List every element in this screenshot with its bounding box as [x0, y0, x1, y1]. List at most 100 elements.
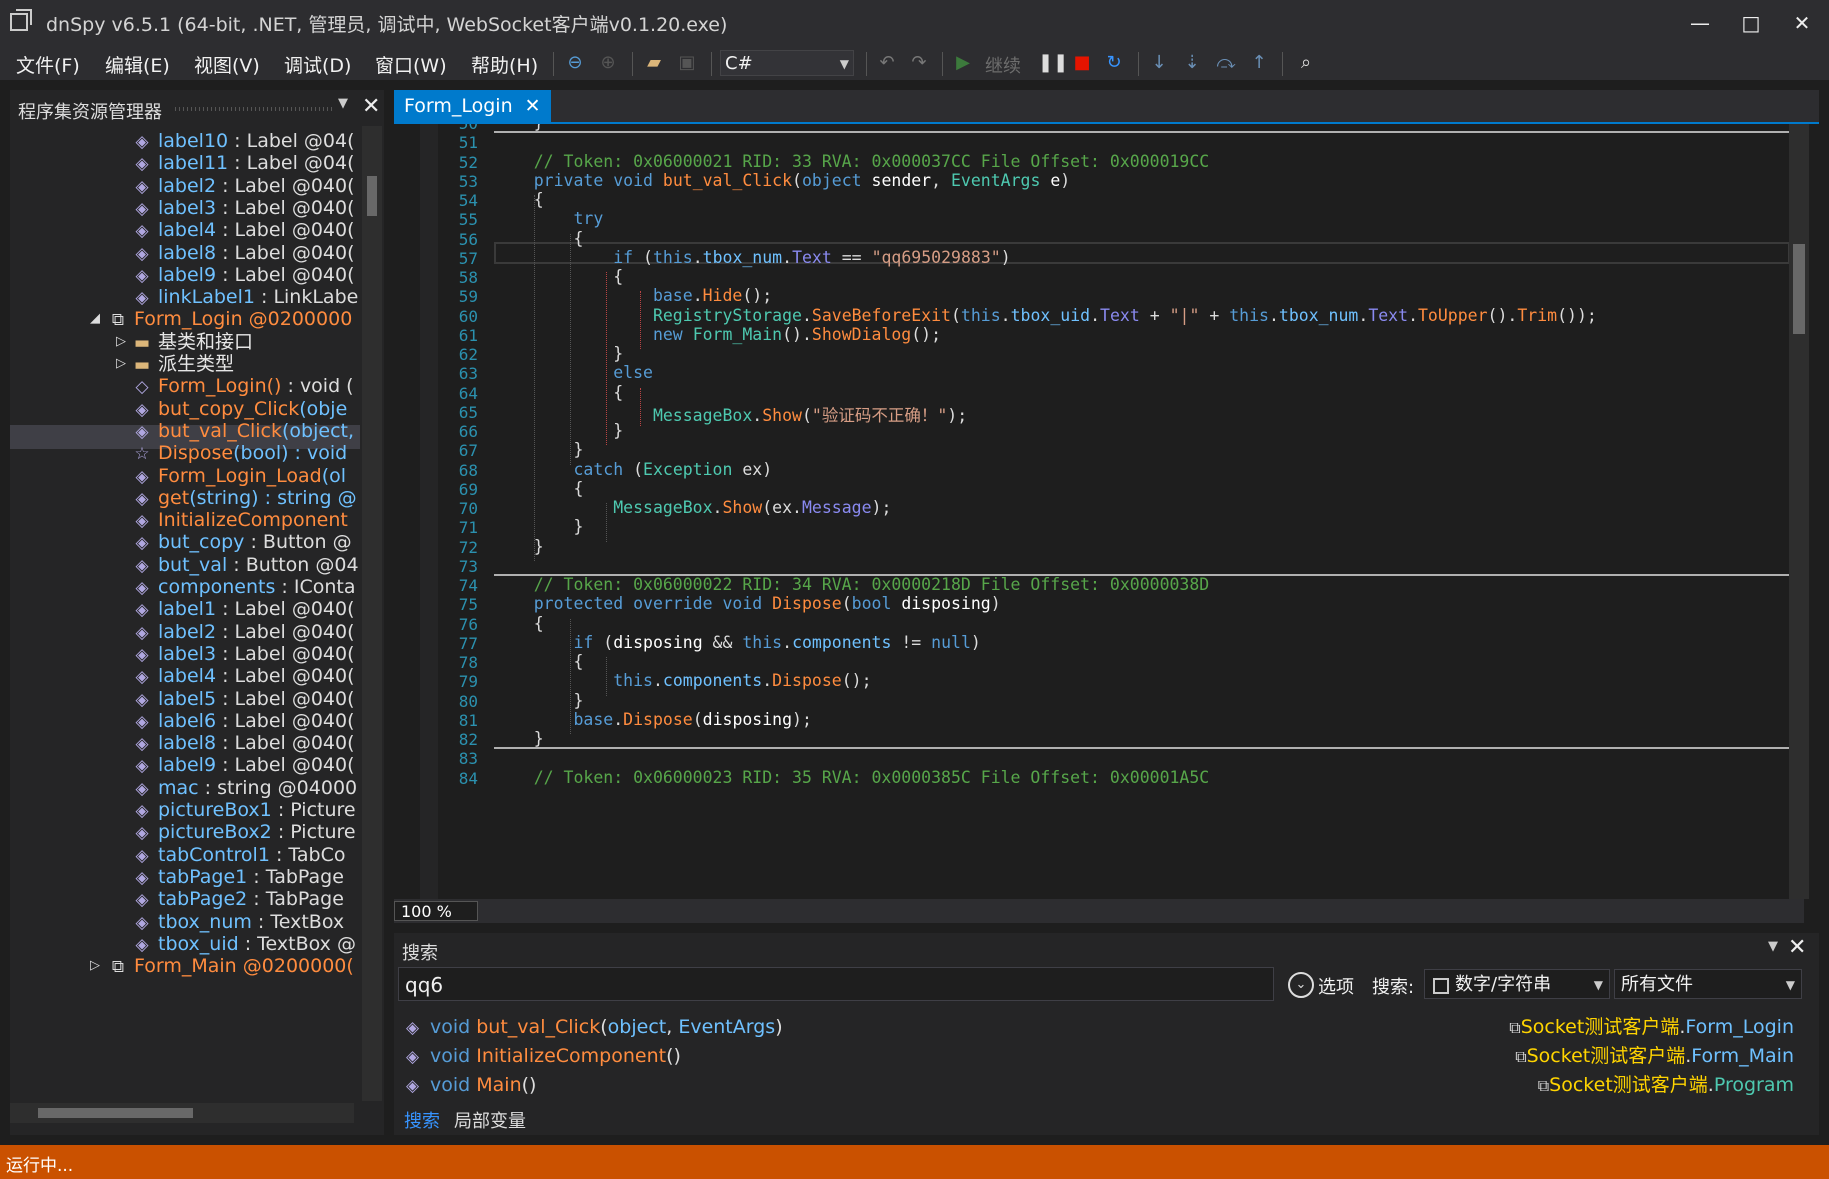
assembly-tree[interactable]: ◈ label10 : Label @04(◈ label11 : Label @0… [10, 126, 360, 1101]
tree-node-type: Label @040( [234, 174, 355, 197]
chevron-down-circle-icon[interactable]: ⌄ [1288, 972, 1314, 998]
redo-icon[interactable]: ↷ [908, 52, 930, 74]
search-options[interactable]: 选项 [1318, 973, 1354, 999]
zoom-select[interactable]: 100 % [394, 901, 478, 921]
language-select[interactable]: C# ▼ [720, 50, 854, 76]
minimize-button[interactable]: — [1680, 8, 1720, 38]
code-line[interactable]: new Form_Main().ShowDialog(); [494, 325, 941, 344]
code-line[interactable]: } [494, 344, 623, 363]
code-line[interactable]: } [494, 421, 623, 440]
nav-back-icon[interactable]: ⊖ [564, 52, 586, 74]
method-icon: ◈ [406, 1018, 420, 1038]
line-number: 82 [458, 730, 478, 749]
panel-dropdown-icon[interactable]: ▼ [338, 96, 348, 111]
code-line[interactable]: catch (Exception ex) [494, 460, 772, 479]
code-line[interactable]: // Token: 0x06000021 RID: 33 RVA: 0x0000… [494, 152, 1210, 171]
tree-node-type: TabPage [265, 888, 344, 911]
panel-close-icon[interactable]: ✕ [1788, 935, 1806, 960]
code-line[interactable]: { [494, 614, 544, 633]
code-line[interactable]: RegistryStorage.SaveBeforeExit(this.tbox… [494, 306, 1597, 325]
undo-icon[interactable]: ↶ [876, 52, 898, 74]
code-line[interactable]: } [494, 729, 544, 748]
code-line[interactable]: private void but_val_Click(object sender… [494, 171, 1070, 190]
menu-view[interactable]: 视图(V) [194, 51, 260, 78]
menu-file[interactable]: 文件(F) [16, 51, 80, 78]
line-number: 62 [458, 345, 478, 364]
step-over-arc-icon[interactable]: ⤼ [1215, 52, 1237, 74]
tree-node-name: InitializeComponent [158, 509, 348, 532]
code-line[interactable]: try [494, 209, 603, 228]
panel-close-icon[interactable]: ✕ [362, 94, 380, 119]
panel-dropdown-icon[interactable]: ▼ [1768, 939, 1778, 954]
search-result-row[interactable]: ◈ void InitializeComponent() ⧉Socket测试客户端.… [406, 1042, 1806, 1070]
line-number: 76 [458, 614, 478, 634]
tree-node-separator: : [216, 642, 235, 665]
save-icon[interactable]: ▣ [676, 52, 698, 74]
tree-vertical-scrollbar[interactable] [362, 126, 382, 1101]
step-over-icon[interactable]: ⇣ [1181, 52, 1203, 74]
continue-label[interactable]: 继续 [985, 52, 1021, 78]
code-line[interactable]: // Token: 0x06000023 RID: 35 RVA: 0x0000… [494, 768, 1210, 787]
restart-icon[interactable]: ↻ [1103, 52, 1125, 74]
nav-forward-icon[interactable]: ⊕ [597, 52, 619, 74]
window-title: dnSpy v6.5.1 (64-bit, .NET, 管理员, 调试中, We… [46, 14, 728, 36]
editor-vertical-scrollbar[interactable] [1789, 124, 1809, 899]
step-into-icon[interactable]: ↓ [1148, 52, 1170, 74]
search-type-select[interactable]: 数字/字符串 ▼ [1424, 969, 1610, 999]
maximize-button[interactable]: □ [1731, 8, 1771, 38]
tree-node-type: TextBox @ [257, 932, 356, 955]
tab-locals[interactable]: 局部变量 [454, 1107, 526, 1133]
collapsed-arrow-icon[interactable]: ▷ [116, 351, 126, 377]
open-folder-icon[interactable]: ▰ [643, 52, 665, 74]
code-line[interactable]: base.Hide(); [494, 286, 772, 305]
search-result-row[interactable]: ◈ void Main() ⧉Socket测试客户端.Program [406, 1071, 1806, 1099]
tree-node-separator: : [216, 263, 235, 286]
close-button[interactable]: ✕ [1782, 8, 1822, 38]
code-line[interactable]: if (this.tbox_num.Text == "qq695029883") [494, 248, 1010, 267]
tree-node-separator: : [247, 888, 266, 911]
menu-window[interactable]: 窗口(W) [375, 51, 447, 78]
tree-node-type: TabPage [265, 865, 344, 888]
code-line[interactable]: else [494, 363, 653, 382]
code-line[interactable]: { [494, 190, 544, 209]
tab-search[interactable]: 搜索 [404, 1107, 440, 1133]
code-line[interactable]: { [494, 383, 623, 402]
stop-icon[interactable]: ■ [1071, 52, 1093, 74]
expanded-arrow-icon[interactable]: ◢ [90, 306, 100, 332]
search-scope-select[interactable]: 所有文件 ▼ [1614, 969, 1802, 999]
tab-form-login[interactable]: Form_Login ✕ [394, 90, 551, 122]
code-line[interactable]: { [494, 267, 623, 286]
menu-debug[interactable]: 调试(D) [284, 51, 351, 78]
search-icon[interactable]: ⌕ [1295, 52, 1317, 74]
tree-node-separator: : [271, 821, 291, 844]
code-line[interactable]: base.Dispose(disposing); [494, 710, 811, 729]
tree-node-separator: : [198, 776, 218, 799]
code-line[interactable]: if (disposing && this.components != null… [494, 633, 980, 652]
step-out-icon[interactable]: ↑ [1248, 52, 1270, 74]
line-number: 84 [458, 768, 478, 788]
code-line[interactable]: { [494, 479, 583, 498]
search-result-location: ⧉Socket测试客户端.Form_Login [1509, 1016, 1794, 1038]
search-result-row[interactable]: ◈ void but_val_Click(object, EventArgs) ⧉S… [406, 1013, 1806, 1041]
code-line[interactable]: } [494, 537, 544, 556]
tree-node-type: Label @040( [234, 642, 355, 665]
line-number: 78 [458, 653, 478, 672]
editor-tabstrip: Form_Login ✕ [394, 90, 1819, 124]
tree-node[interactable]: ▷ ⧉ Form_Main @0200000( [90, 953, 354, 979]
tree-horizontal-scrollbar[interactable] [10, 1103, 354, 1123]
code-line[interactable]: MessageBox.Show(ex.Message); [494, 498, 891, 517]
code-editor[interactable]: 50 } 5152 // Token: 0x06000021 RID: 33 RV… [394, 124, 1804, 899]
search-input[interactable]: qq6 [398, 967, 1274, 1001]
code-line[interactable]: } [494, 517, 583, 536]
menu-edit[interactable]: 编辑(E) [105, 51, 170, 78]
menu-help[interactable]: 帮助(H) [471, 51, 538, 78]
collapsed-arrow-icon[interactable]: ▷ [90, 953, 100, 979]
tree-node-name: label2 [158, 620, 217, 643]
continue-icon[interactable]: ▶ [952, 52, 974, 74]
code-line[interactable]: // Token: 0x06000022 RID: 34 RVA: 0x0000… [494, 575, 1210, 594]
tree-node-name: components [158, 576, 276, 598]
tab-close-icon[interactable]: ✕ [525, 95, 541, 117]
code-line[interactable]: protected override void Dispose(bool dis… [494, 594, 1001, 613]
pause-icon[interactable]: ❚❚ [1038, 52, 1068, 74]
code-line[interactable]: this.components.Dispose(); [494, 671, 871, 690]
